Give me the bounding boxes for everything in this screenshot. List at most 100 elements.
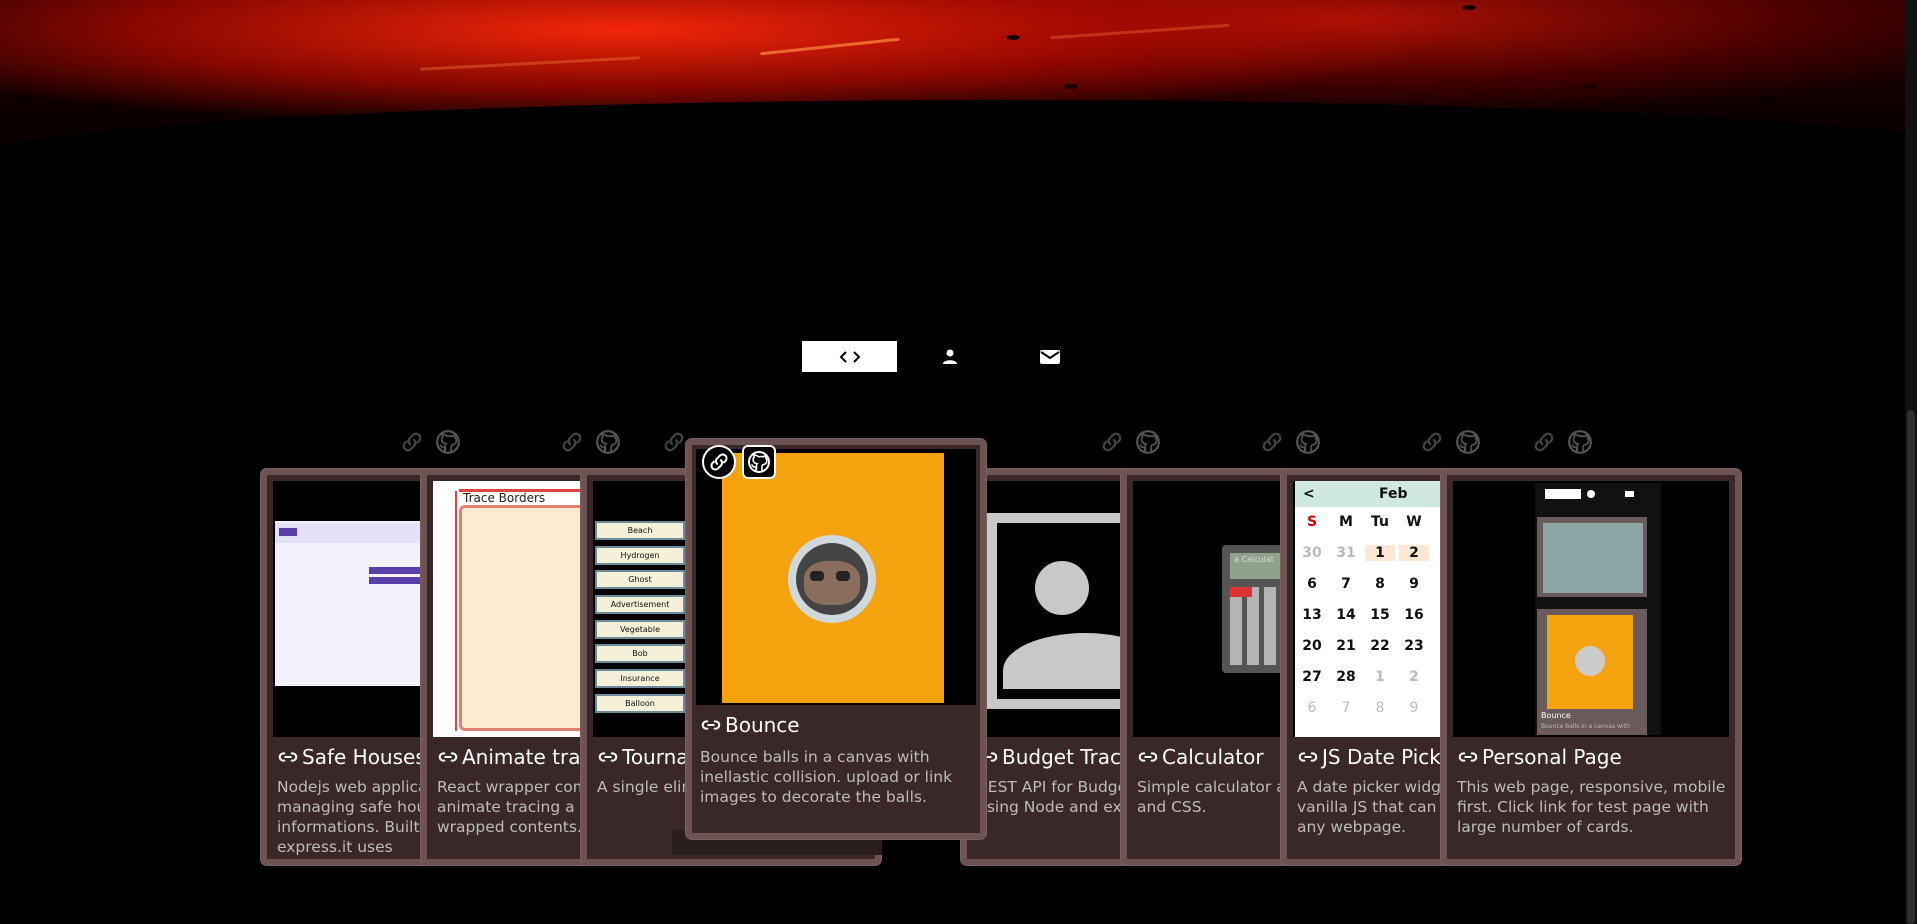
card-title[interactable]: Budget Track: [977, 743, 1133, 771]
card-description: This web page, responsive, mobile first.…: [1457, 778, 1726, 836]
bracket-item: Ghost: [595, 570, 685, 590]
project-thumbnail: Bounce Bounce balls in a canvas with: [1453, 481, 1729, 737]
github-icon[interactable]: [595, 429, 621, 455]
calendar-day: 2: [1409, 668, 1419, 685]
card-links: [559, 429, 621, 455]
calendar-day: 23: [1404, 637, 1424, 654]
bird-silhouette: [1006, 35, 1020, 40]
link-icon[interactable]: [1099, 429, 1125, 455]
link-icon[interactable]: [702, 445, 736, 479]
code-icon: [839, 350, 860, 363]
calendar-day: 16: [1404, 606, 1424, 623]
tab-contact[interactable]: [1002, 341, 1097, 372]
scrollbar-thumb[interactable]: [1907, 410, 1915, 924]
card-title-text: Safe Houses: [302, 745, 426, 769]
card-title[interactable]: Animate trac: [437, 743, 591, 771]
card-title[interactable]: JS Date Picke: [1297, 743, 1452, 771]
calendar-prev-button: <: [1303, 486, 1315, 502]
cloud-streak: [1050, 23, 1230, 40]
card-title-text: JS Date Picke: [1322, 745, 1453, 769]
card-title[interactable]: Bounce: [700, 713, 800, 737]
card-links: [1259, 429, 1321, 455]
chain-icon: [700, 714, 722, 736]
calendar-day: 13: [1302, 606, 1322, 623]
card-title-text: Bounce: [725, 713, 800, 737]
card-title-text: Tourna: [622, 745, 689, 769]
trace-label: Trace Borders: [463, 491, 546, 505]
card-links: [1531, 429, 1593, 455]
avatar-ball: [788, 535, 876, 623]
safehouse-screenshot: [275, 521, 449, 686]
calendar-day: 27: [1302, 668, 1322, 685]
github-icon[interactable]: [742, 445, 776, 479]
calendar-day: 9: [1409, 699, 1419, 716]
hero-banner: [0, 0, 1917, 240]
mini-card-title: Bounce: [1541, 711, 1571, 720]
calendar-day: 1: [1375, 668, 1385, 685]
tab-about[interactable]: [902, 341, 997, 372]
tab-projects[interactable]: [802, 341, 897, 372]
calendar-weekday: M: [1339, 514, 1353, 530]
card-title[interactable]: Safe Houses: [277, 743, 426, 771]
calendar-day: 14: [1336, 606, 1356, 623]
card-title[interactable]: Personal Page: [1457, 743, 1622, 771]
bracket-item: Vegetable: [595, 619, 685, 639]
github-icon[interactable]: [1567, 429, 1593, 455]
link-icon[interactable]: [1419, 429, 1445, 455]
featured-links: [702, 445, 776, 479]
calendar-day: 1: [1365, 544, 1395, 561]
cloud-streak: [760, 37, 900, 56]
card-links: [399, 429, 461, 455]
bracket-item: Beach: [595, 521, 685, 540]
card-description: Bounce balls in a canvas with inellastic…: [700, 748, 953, 806]
bird-silhouette: [1064, 84, 1078, 89]
calendar-day: 31: [1336, 544, 1356, 561]
chain-icon: [1297, 746, 1319, 768]
card-title-text: Budget Track: [1002, 745, 1133, 769]
calendar-day: 28: [1336, 668, 1356, 685]
link-icon[interactable]: [399, 429, 425, 455]
card-links: [1419, 429, 1481, 455]
chain-icon: [597, 746, 619, 768]
featured-project-card[interactable]: Bounce Bounce balls in a canvas with ine…: [686, 439, 986, 839]
project-card[interactable]: Bounce Bounce balls in a canvas with Per…: [1441, 469, 1741, 865]
card-title-text: Calculator: [1162, 745, 1264, 769]
card-title-text: Personal Page: [1482, 745, 1622, 769]
github-icon[interactable]: [1135, 429, 1161, 455]
calendar-weekday: S: [1306, 514, 1318, 530]
bracket-item: Hydrogen: [595, 545, 685, 565]
link-icon[interactable]: [661, 429, 687, 455]
tournament-screenshot: Beach Hydrogen Ghost Advertisement Veget…: [595, 521, 685, 713]
card-links: [1099, 429, 1161, 455]
project-thumbnail: [696, 449, 976, 705]
chain-icon: [277, 746, 299, 768]
bracket-item: Bob: [595, 644, 685, 664]
link-icon[interactable]: [1259, 429, 1285, 455]
personal-page-screenshot: Bounce Bounce balls in a canvas with: [1535, 483, 1661, 735]
github-icon[interactable]: [435, 429, 461, 455]
bracket-item: Advertisement: [595, 595, 685, 615]
bracket-item: Balloon: [595, 693, 685, 713]
link-icon[interactable]: [1531, 429, 1557, 455]
link-icon[interactable]: [559, 429, 585, 455]
calendar-day: 7: [1341, 575, 1351, 592]
calendar-day: 8: [1375, 575, 1385, 592]
calendar-day: 9: [1409, 575, 1419, 592]
calendar-day: 15: [1370, 606, 1390, 623]
horizon-silhouette: [0, 100, 1917, 240]
scrollbar[interactable]: [1905, 0, 1917, 924]
card-title[interactable]: Calculator: [1137, 743, 1264, 771]
chain-icon: [1457, 746, 1479, 768]
calendar-weekday: Tu: [1371, 514, 1389, 530]
github-icon[interactable]: [1295, 429, 1321, 455]
bracket-item: Insurance: [595, 669, 685, 689]
card-title[interactable]: Tourna: [597, 743, 689, 771]
calendar-day: 21: [1336, 637, 1356, 654]
mail-icon: [1039, 349, 1060, 364]
calendar-day: 22: [1370, 637, 1390, 654]
calendar-day: 20: [1302, 637, 1322, 654]
calendar-day: 6: [1307, 575, 1317, 592]
github-icon[interactable]: [1455, 429, 1481, 455]
card-links: [661, 429, 687, 455]
calendar-day: 8: [1375, 699, 1385, 716]
